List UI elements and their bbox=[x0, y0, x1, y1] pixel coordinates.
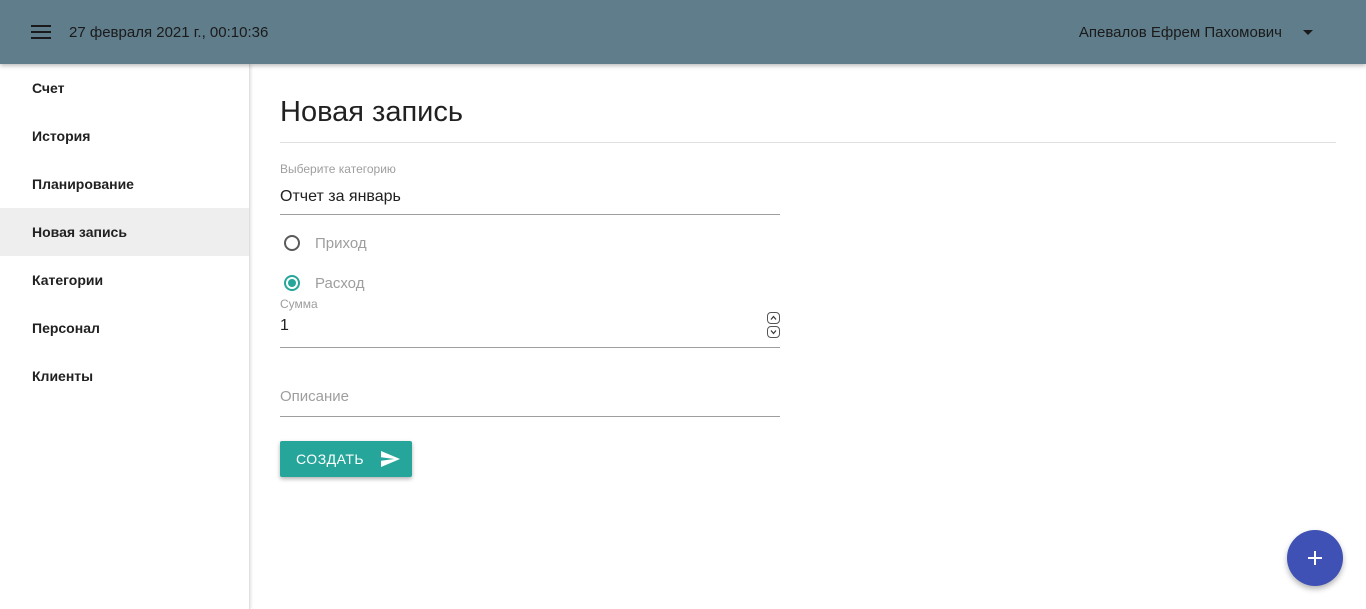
title-divider bbox=[280, 142, 1336, 143]
radio-expense-label: Расход bbox=[315, 274, 365, 292]
sidebar-item-new-record[interactable]: Новая запись bbox=[0, 208, 249, 256]
radio-income[interactable]: Приход bbox=[280, 223, 780, 263]
amount-stepper[interactable] bbox=[767, 312, 780, 338]
add-fab-button[interactable] bbox=[1287, 530, 1343, 586]
amount-label: Сумма bbox=[280, 297, 318, 311]
create-button-label: СОЗДАТЬ bbox=[296, 451, 365, 467]
sidebar-item-categories[interactable]: Категории bbox=[0, 256, 249, 304]
stepper-up-icon[interactable] bbox=[767, 312, 780, 324]
category-select[interactable]: Отчет за январь bbox=[280, 179, 780, 215]
amount-input[interactable]: 1 bbox=[280, 311, 780, 348]
current-datetime: 27 февраля 2021 г., 00:10:36 bbox=[69, 24, 269, 41]
radio-income-circle-icon[interactable] bbox=[284, 235, 300, 251]
sidebar-item-staff[interactable]: Персонал bbox=[0, 304, 249, 352]
category-label: Выберите категорию bbox=[280, 162, 396, 176]
description-input[interactable]: Описание bbox=[280, 380, 780, 417]
sidebar-item-history[interactable]: История bbox=[0, 112, 249, 160]
stepper-down-icon[interactable] bbox=[767, 326, 780, 338]
caret-down-icon[interactable] bbox=[1303, 30, 1313, 35]
main-content: Новая запись Выберите категорию Отчет за… bbox=[280, 64, 1336, 477]
sidebar: Счет История Планирование Новая запись К… bbox=[0, 64, 250, 609]
amount-value: 1 bbox=[280, 317, 289, 334]
page-title: Новая запись bbox=[280, 96, 463, 128]
hamburger-menu-icon[interactable] bbox=[31, 25, 51, 39]
new-record-form: Выберите категорию Отчет за январь Прихо… bbox=[280, 162, 780, 477]
sidebar-item-planning[interactable]: Планирование bbox=[0, 160, 249, 208]
send-icon bbox=[381, 451, 401, 467]
user-name[interactable]: Апевалов Ефрем Пахомович bbox=[1079, 24, 1282, 41]
radio-income-label: Приход bbox=[315, 234, 367, 252]
description-placeholder: Описание bbox=[280, 388, 350, 405]
top-navbar: 27 февраля 2021 г., 00:10:36 Апевалов Еф… bbox=[0, 0, 1366, 64]
radio-expense-circle-icon[interactable] bbox=[284, 275, 300, 291]
sidebar-item-clients[interactable]: Клиенты bbox=[0, 352, 249, 400]
create-button[interactable]: СОЗДАТЬ bbox=[280, 441, 412, 477]
sidebar-item-account[interactable]: Счет bbox=[0, 64, 249, 112]
